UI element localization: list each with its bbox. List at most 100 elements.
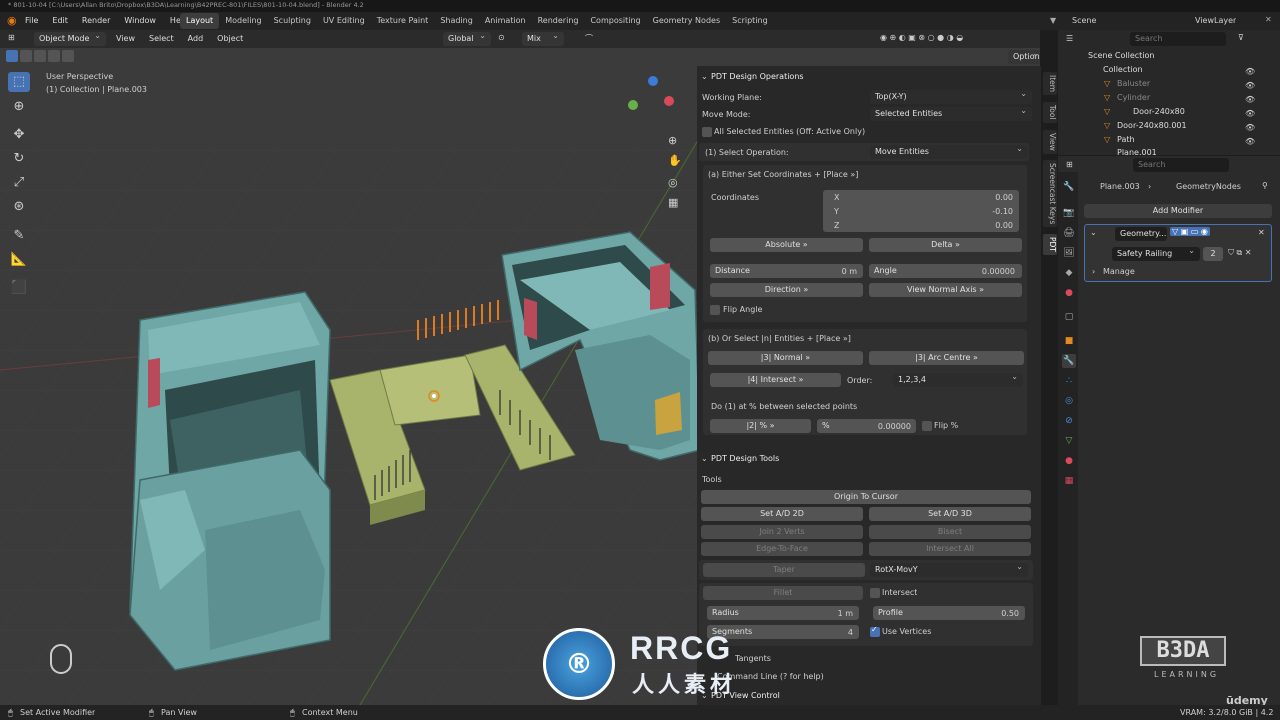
grid-toggle-icon[interactable]: ▦ [668,196,678,209]
tab-layout[interactable]: Layout [180,13,220,29]
data-tab-icon[interactable]: ▽ [1062,434,1076,448]
viewport-menu-select[interactable]: Select [149,34,174,43]
axis-y-icon[interactable] [628,100,638,110]
pct-value[interactable]: 0.00000 [867,422,911,431]
select-intersect-icon[interactable] [62,50,74,62]
editor-type-icon[interactable]: ⊞ [8,33,15,42]
modifier-close-icon[interactable]: ✕ [1258,228,1265,237]
output-tab-icon[interactable]: 🖨 [1062,226,1076,240]
add-cube-tool-icon[interactable]: ⬛ [8,278,30,298]
normal-button[interactable]: |3| Normal » [708,351,863,365]
camera-icon[interactable]: ◎ [668,176,678,189]
view-normal-axis-button[interactable]: View Normal Axis » [869,283,1022,297]
angle-value[interactable]: 0.00000 [967,267,1015,276]
node-group-action-icons[interactable]: ⛉ ⧉ ✕ [1228,248,1252,258]
move-tool-icon[interactable]: ✥ [8,125,30,145]
properties-search[interactable]: Search [1133,158,1229,172]
navigation-gizmo[interactable] [628,74,678,124]
flip-pct-checkbox[interactable] [922,421,932,431]
world-tab-icon[interactable]: ● [1062,286,1076,300]
pdt-tools-title[interactable]: PDT Design Tools [711,454,779,463]
tab-geometry-nodes[interactable]: Geometry Nodes [647,13,726,29]
z-value[interactable]: 0.00 [967,221,1013,230]
modifier-expand-icon[interactable]: ⌄ [1090,228,1097,237]
outliner-search[interactable]: Search [1130,32,1226,46]
material-tab-icon[interactable]: ● [1062,454,1076,468]
direction-button[interactable]: Direction » [710,283,863,297]
outliner-scene-collection[interactable]: Scene Collection [1088,49,1155,63]
pdt-ops-title[interactable]: PDT Design Operations [711,72,804,81]
tab-modeling[interactable]: Modeling [219,13,267,29]
view-layer-tab-icon[interactable]: 🖼 [1062,246,1076,260]
physics-tab-icon[interactable]: ◎ [1062,394,1076,408]
select-subtract-icon[interactable] [34,50,46,62]
set-ad-2d-button[interactable]: Set A/D 2D [701,507,863,521]
outliner-item-baluster[interactable]: Baluster [1117,77,1150,91]
axis-z-icon[interactable] [648,76,658,86]
menu-render[interactable]: Render [82,16,110,25]
order-dropdown[interactable]: 1,2,3,4 [893,373,1023,387]
properties-editor-icon[interactable]: ⊞ [1066,160,1073,169]
viewport-menu-object[interactable]: Object [217,34,243,43]
measure-tool-icon[interactable]: 📐 [8,250,30,270]
scene-selector[interactable]: Scene [1072,16,1096,25]
intersect-checkbox[interactable] [870,588,880,598]
constraints-tab-icon[interactable]: ⊘ [1062,414,1076,428]
tab-texture-paint[interactable]: Texture Paint [371,13,435,29]
modifier-toggle-icons[interactable]: ▽ ▣ ▭ ◉ [1170,227,1210,236]
select-box-icon[interactable] [6,50,18,62]
y-value[interactable]: -0.10 [967,207,1013,216]
tab-screencast-keys[interactable]: Screencast Keys [1043,160,1057,228]
rotate-tool-icon[interactable]: ↻ [8,149,30,169]
mode-dropdown[interactable]: Object Mode [34,32,106,46]
bisect-button[interactable]: Bisect [869,525,1031,539]
annotate-tool-icon[interactable]: ✎ [8,226,30,246]
move-mode-dropdown[interactable]: Selected Entities [870,107,1032,121]
tangents-panel[interactable]: Tangents [735,654,771,663]
proportional-icon[interactable]: ⌒ [585,33,593,44]
tab-scripting[interactable]: Scripting [726,13,774,29]
tool-tab-icon[interactable]: 🔧 [1062,180,1076,194]
distance-value[interactable]: 0 m [817,267,857,276]
tab-rendering[interactable]: Rendering [532,13,585,29]
taper-button[interactable]: Taper [703,563,865,577]
profile-value[interactable]: 0.50 [979,609,1019,618]
use-vertices-checkbox[interactable] [870,625,880,637]
tab-pdt[interactable]: PDT [1043,234,1057,255]
tab-animation[interactable]: Animation [479,13,532,29]
delta-button[interactable]: Delta » [869,238,1022,252]
select-op-dropdown[interactable]: Move Entities [870,145,1028,159]
flip-angle-checkbox[interactable] [710,305,720,315]
blender-logo-icon[interactable]: ◉ [7,14,17,27]
scene-tab-icon[interactable]: ◆ [1062,266,1076,280]
zoom-icon[interactable]: ⊕ [668,134,677,147]
visibility-icons[interactable]: 👁 👁 👁 👁 👁 👁 [1245,65,1255,149]
arc-centre-button[interactable]: |3| Arc Centre » [869,351,1024,365]
particles-tab-icon[interactable]: ∴ [1062,374,1076,388]
shading-icons[interactable]: ◉ ⊕ ◐ ▣ ⊗ ○ ● ◑ ◒ [880,33,963,42]
radius-value[interactable]: 1 m [817,609,853,618]
add-modifier-button[interactable]: Add Modifier [1084,204,1272,218]
outliner-collection[interactable]: Collection [1103,63,1143,77]
tab-item[interactable]: Item [1043,72,1057,96]
outliner-item-path[interactable]: Path [1117,133,1135,147]
join-2-verts-button[interactable]: Join 2 Verts [701,525,863,539]
node-group-field[interactable]: Safety Railing [1112,247,1200,261]
filter-icon[interactable]: ⊽ [1238,33,1244,42]
pin-icon[interactable]: ⚲ [1262,181,1268,190]
pivot-icon[interactable]: ⊙ [498,33,505,42]
tab-shading[interactable]: Shading [434,13,479,29]
outliner-item-plane-001[interactable]: Plane.001 [1117,146,1157,155]
intersect-button[interactable]: |4| Intersect » [710,373,841,387]
fillet-button[interactable]: Fillet [703,586,863,600]
menu-file[interactable]: File [25,16,38,25]
manage-panel[interactable]: Manage [1103,267,1135,276]
working-plane-dropdown[interactable]: Top(X-Y) [870,90,1032,104]
snap-dropdown[interactable]: Mix [522,32,564,46]
outliner-item-cylinder[interactable]: Cylinder [1117,91,1150,105]
manage-expand-icon[interactable]: › [1092,267,1095,276]
object-tab-icon[interactable]: ■ [1062,334,1076,348]
outliner-item-door-001[interactable]: Door-240x80.001 [1117,119,1187,133]
menu-edit[interactable]: Edit [52,16,68,25]
pct-button[interactable]: |2| % » [710,419,811,433]
